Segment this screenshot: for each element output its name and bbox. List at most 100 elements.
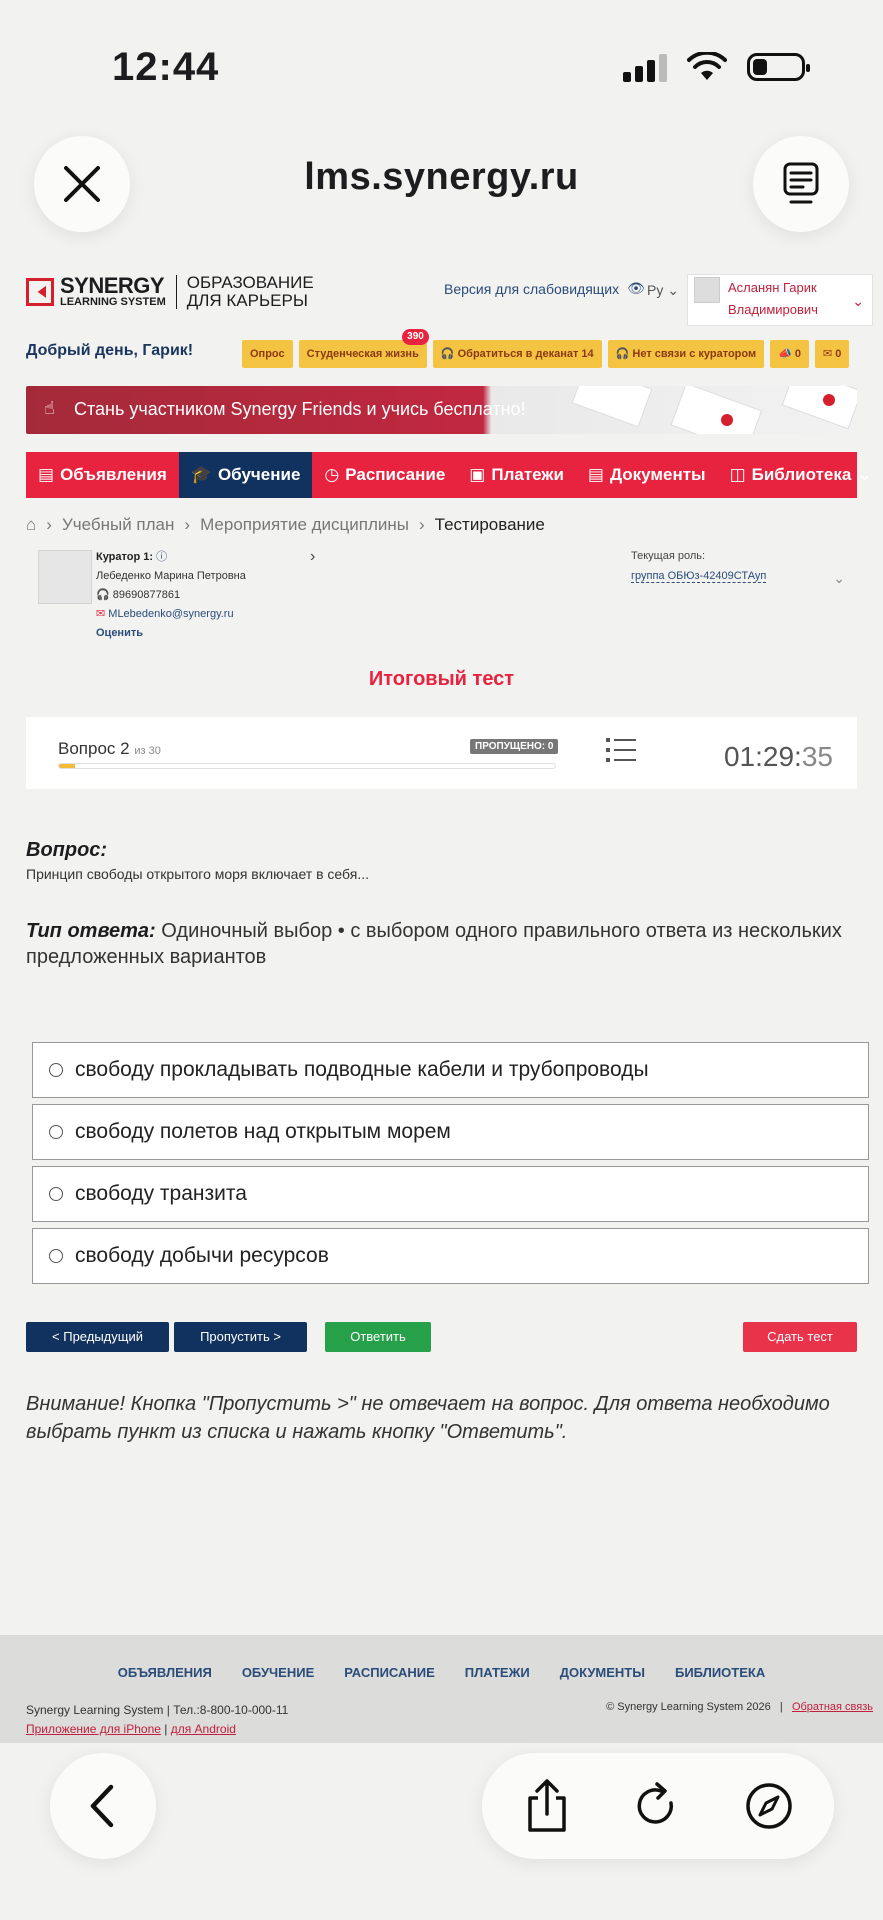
document-icon: ▤	[587, 465, 604, 484]
footer-nav-payments[interactable]: ПЛАТЕЖИ	[465, 1665, 530, 1680]
chevron-right-icon[interactable]: ›	[310, 548, 315, 566]
rate-curator-link[interactable]: Оценить	[96, 624, 246, 643]
curator-panel: Куратор 1: ⓘ Лебеденко Марина Петровна 🎧…	[0, 544, 883, 650]
nav-documents-label: Документы	[609, 465, 706, 484]
current-role-label: Текущая роль:	[631, 550, 706, 562]
announcements-icon: ▤	[38, 465, 55, 484]
battery-icon	[747, 53, 810, 81]
curator-name: Лебеденко Марина Петровна	[96, 570, 246, 582]
synergy-logo[interactable]: SYNERGY LEARNING SYSTEM ОБРАЗОВАНИЕ ДЛЯ …	[26, 274, 314, 310]
language-selector[interactable]: Ру ⌄	[647, 282, 679, 299]
chevron-down-icon[interactable]: ⌄	[833, 570, 845, 587]
radio-button[interactable]	[49, 1063, 63, 1077]
back-button[interactable]	[50, 1753, 156, 1859]
nav-payments[interactable]: ▣ Платежи	[457, 452, 576, 498]
footer-left: Synergy Learning System | Тел.:8-800-10-…	[26, 1703, 289, 1736]
nav-library[interactable]: ◫ Библиотека ⌄	[718, 452, 883, 498]
clock-icon: ◷	[324, 465, 340, 484]
cellular-signal-icon	[623, 52, 667, 82]
status-icons	[623, 52, 810, 82]
status-bar: 12:44	[0, 0, 883, 130]
question-text: Принцип свободы открытого моря включает …	[26, 866, 369, 882]
mail-icon: ✉	[96, 608, 106, 620]
compass-icon	[745, 1783, 792, 1829]
quick-actions: Опрос Студенческая жизнь 390 🎧 Обратиться…	[242, 329, 850, 368]
breadcrumb-study-plan[interactable]: Учебный план	[62, 515, 174, 535]
browser-bottom-bar	[0, 1750, 883, 1920]
breadcrumb-testing: Тестирование	[434, 515, 545, 534]
language-value: Ру	[647, 282, 664, 298]
nav-learning[interactable]: 🎓 Обучение	[178, 452, 313, 498]
announcements-count-button[interactable]: 📣 0	[770, 340, 809, 368]
logo-line1: ОБРАЗОВАНИЕ	[186, 273, 314, 292]
curator-email[interactable]: MLebedenko@synergy.ru	[108, 608, 233, 620]
survey-button[interactable]: Опрос	[242, 340, 293, 368]
student-life-button[interactable]: Студенческая жизнь 390	[298, 329, 429, 368]
nav-schedule[interactable]: ◷ Расписание	[312, 452, 457, 498]
home-icon[interactable]: ⌂	[26, 515, 36, 535]
footer-nav-schedule[interactable]: РАСПИСАНИЕ	[344, 1665, 435, 1680]
answer-option[interactable]: свободу полетов над открытым морем	[32, 1104, 869, 1160]
user-menu[interactable]: Асланян Гарик Владимирович ⌄	[687, 274, 873, 326]
contact-dean-button[interactable]: 🎧 Обратиться в деканат 14	[432, 340, 602, 368]
mail-icon: ✉	[823, 348, 833, 360]
timer-main: 01:29:	[723, 741, 802, 772]
synergy-logo-mark-icon	[26, 277, 54, 306]
reader-menu-button[interactable]	[753, 136, 849, 232]
submit-test-button[interactable]: Сдать тест	[743, 1322, 857, 1352]
student-life-badge: 390	[402, 329, 429, 345]
answer-option[interactable]: свободу прокладывать подводные кабели и …	[32, 1042, 869, 1098]
no-curator-button[interactable]: 🎧 Нет связи с куратором	[607, 340, 765, 368]
answer-option[interactable]: свободу добычи ресурсов	[32, 1228, 869, 1284]
test-actions: < Предыдущий Пропустить > Ответить Сдать…	[26, 1322, 857, 1352]
chevron-left-icon	[90, 1784, 114, 1828]
greeting: Добрый день, Гарик!	[26, 342, 194, 359]
messages-count-button[interactable]: ✉ 0	[815, 340, 850, 368]
synergy-friends-banner[interactable]: ☝ Стань участником Synergy Friends и учи…	[26, 386, 857, 434]
wifi-icon	[687, 52, 727, 80]
question-counter: Вопрос 2 из 30	[58, 739, 161, 759]
previous-button[interactable]: < Предыдущий	[26, 1322, 169, 1352]
radio-button[interactable]	[49, 1125, 63, 1139]
current-role-select[interactable]: группа ОБЮз-42409СТАуп	[631, 570, 767, 583]
low-vision-link[interactable]: Версия для слабовидящих 👁	[444, 280, 645, 297]
footer-nav-library[interactable]: БИБЛИОТЕКА	[675, 1665, 765, 1680]
answer-option-text: свободу добычи ресурсов	[75, 1244, 329, 1267]
compass-button[interactable]	[739, 1776, 799, 1836]
footer-right: © Synergy Learning System 2026 | Обратна…	[606, 1701, 873, 1713]
student-life-label: Студенческая жизнь	[306, 348, 419, 360]
breadcrumb-discipline-event[interactable]: Мероприятие дисциплины	[200, 515, 409, 535]
book-icon: ◫	[729, 465, 746, 484]
answer-option[interactable]: свободу транзита	[32, 1166, 869, 1222]
feedback-link[interactable]: Обратная связь	[792, 1701, 873, 1713]
contact-dean-label: Обратиться в деканат 14	[457, 348, 594, 360]
skip-notice: Внимание! Кнопка "Пропустить >" не отвеч…	[26, 1393, 830, 1443]
answer-button[interactable]: Ответить	[325, 1322, 431, 1352]
android-app-link[interactable]: для Android	[171, 1722, 236, 1736]
logo-divider	[175, 274, 177, 309]
radio-button[interactable]	[49, 1187, 63, 1201]
banner-decoration	[571, 386, 857, 434]
question-total: из 30	[134, 745, 161, 757]
nav-learning-label: Обучение	[217, 465, 301, 484]
help-icon[interactable]: ⓘ	[156, 551, 167, 563]
nav-documents[interactable]: ▤ Документы	[576, 452, 718, 498]
page-menu-icon	[783, 162, 819, 204]
main-nav: ▤ Объявления 🎓 Обучение ◷ Расписание ▣ Плате…	[26, 452, 872, 498]
footer-nav-documents[interactable]: ДОКУМЕНТЫ	[560, 1665, 645, 1680]
footer-nav-announcements[interactable]: ОБЪЯВЛЕНИЯ	[118, 1665, 212, 1680]
nav-announcements[interactable]: ▤ Объявления	[26, 452, 179, 498]
share-button[interactable]	[517, 1776, 577, 1836]
footer-nav-learning[interactable]: ОБУЧЕНИЕ	[242, 1665, 314, 1680]
skip-button[interactable]: Пропустить >	[174, 1322, 307, 1352]
site-header: SYNERGY LEARNING SYSTEM ОБРАЗОВАНИЕ ДЛЯ …	[0, 262, 883, 332]
eye-icon: 👁	[627, 280, 645, 296]
radio-button[interactable]	[49, 1249, 63, 1263]
reload-button[interactable]	[628, 1776, 688, 1836]
iphone-app-link[interactable]: Приложение для iPhone	[26, 1722, 161, 1736]
greeting-row: Добрый день, Гарик! Опрос Студенческая ж…	[0, 329, 883, 378]
browser-top-bar: lms.synergy.ru	[0, 130, 883, 240]
status-time: 12:44	[112, 45, 220, 89]
address-bar-url[interactable]: lms.synergy.ru	[0, 156, 883, 199]
question-list-icon[interactable]	[606, 737, 636, 763]
